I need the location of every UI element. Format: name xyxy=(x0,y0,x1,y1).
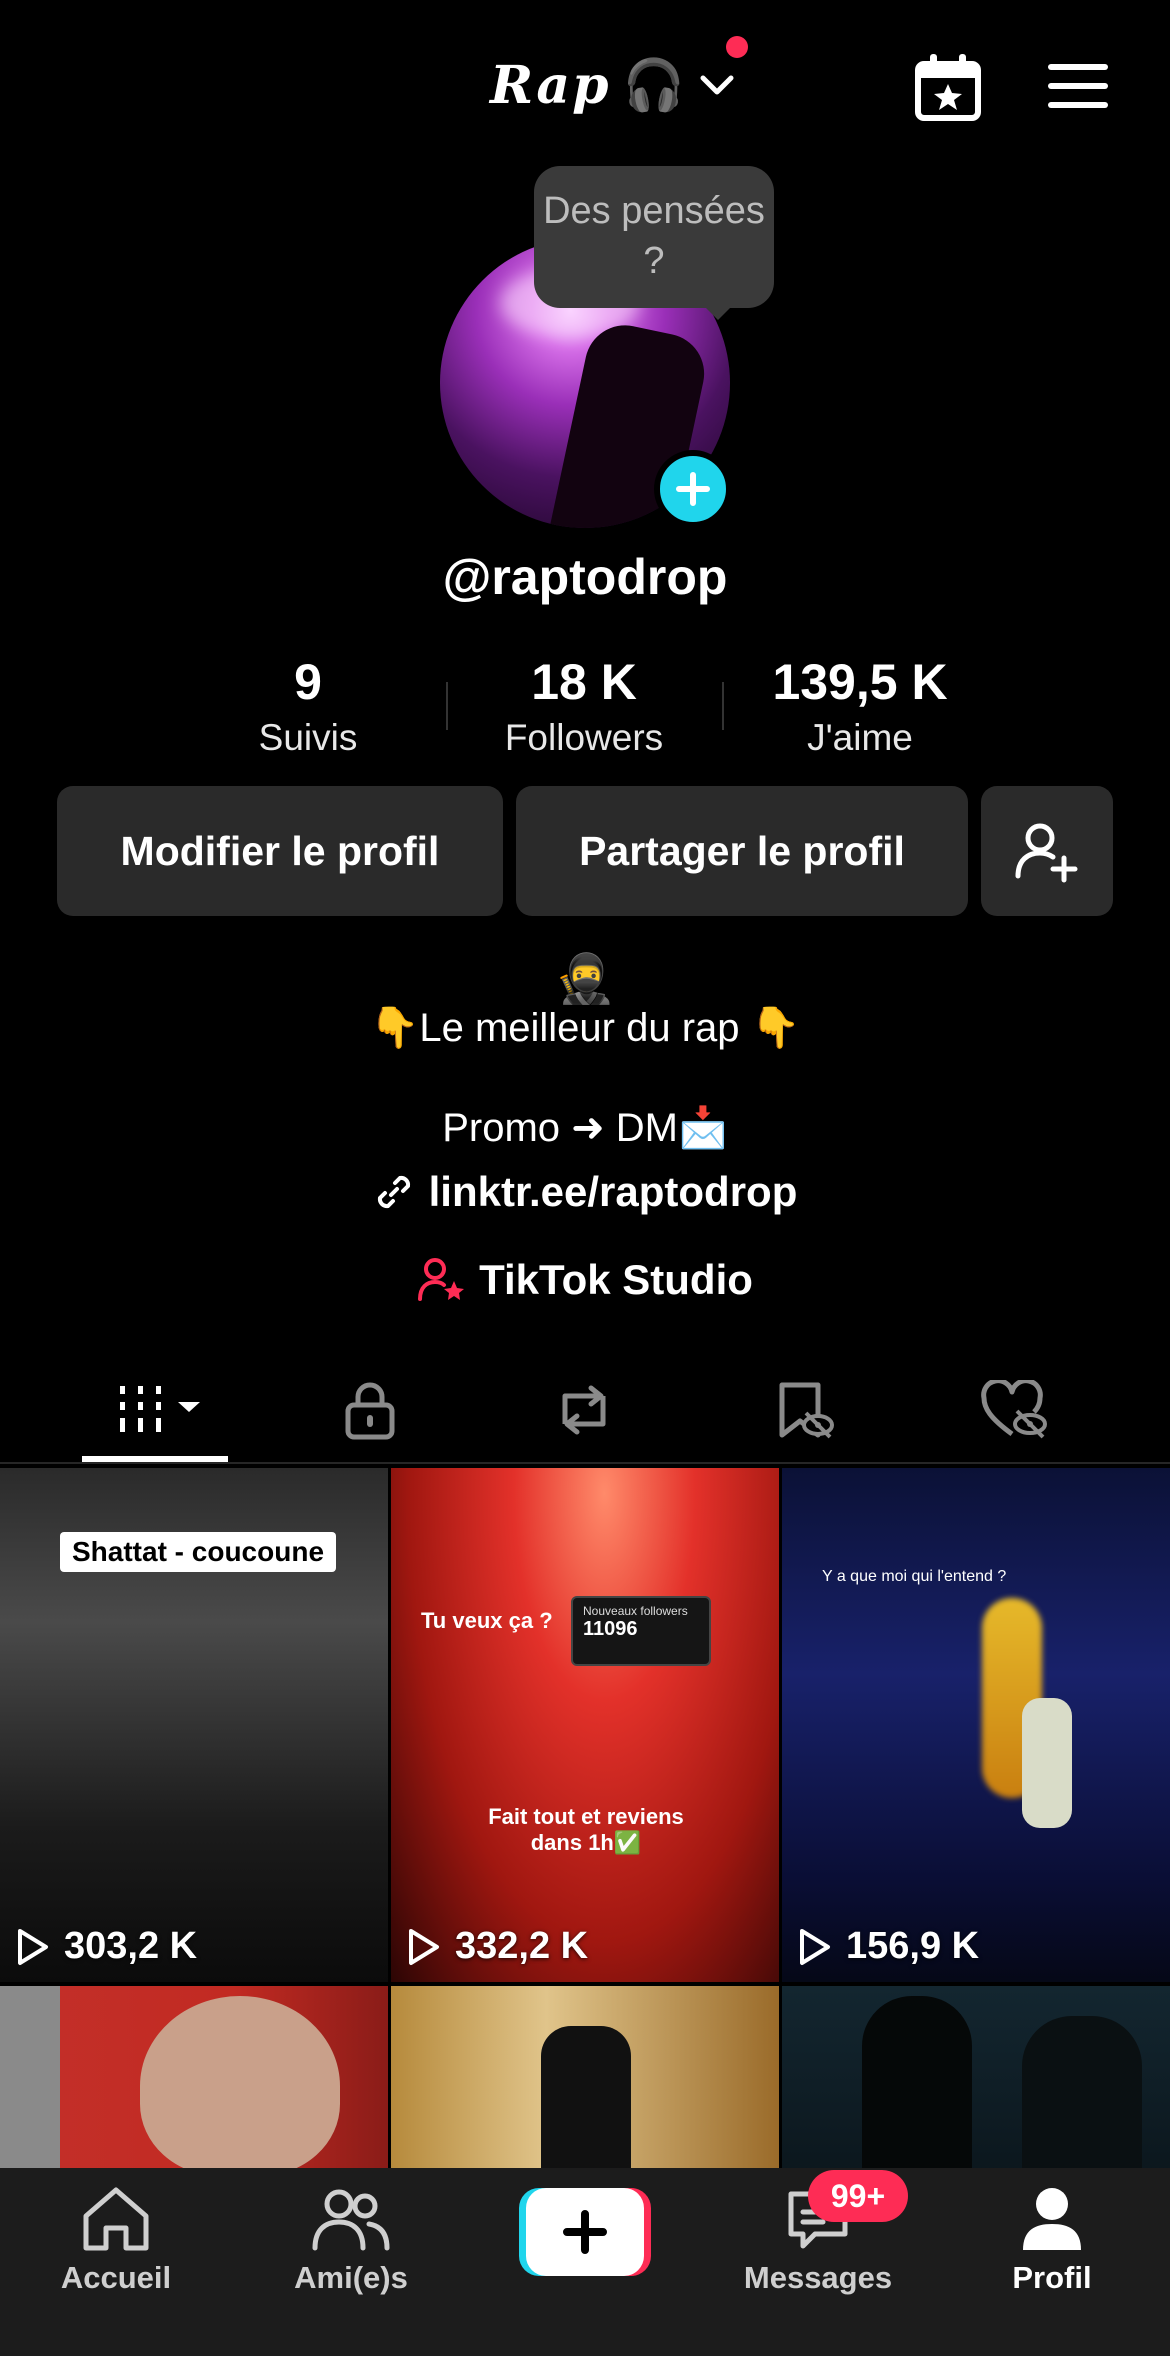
stat-following[interactable]: 9 Suivis xyxy=(178,652,438,764)
bio-link[interactable]: linktr.ee/raptodrop xyxy=(0,1168,1170,1216)
notification-dot xyxy=(726,36,748,58)
bio-emoji: 🥷 xyxy=(555,953,615,1006)
stat-label: Suivis xyxy=(258,717,358,758)
view-count: 303,2 K xyxy=(14,1925,197,1968)
username: @raptodrop xyxy=(442,549,728,605)
view-count: 156,9 K xyxy=(796,1925,979,1968)
nav-friends[interactable]: Ami(e)s xyxy=(251,2184,451,2314)
nav-home[interactable]: Accueil xyxy=(16,2184,216,2314)
bio-line-1: 👇Le meilleur du rap 👇 xyxy=(369,1006,801,1050)
tiktok-studio-link[interactable]: TikTok Studio xyxy=(0,1256,1170,1304)
masked-person xyxy=(1022,2016,1142,2168)
account-name: Rap xyxy=(490,54,611,116)
edit-profile-button[interactable]: Modifier le profil xyxy=(57,786,503,916)
link-icon xyxy=(377,1175,410,1209)
tab-reposts[interactable] xyxy=(524,1370,644,1450)
bottom-navigation: Accueil Ami(e)s Messages Profil xyxy=(0,2168,1170,2356)
profile-tabs xyxy=(0,1360,1170,1464)
person-silhouette xyxy=(541,2026,631,2168)
video-caption-bottom: Fait tout et reviens dans 1h✅ xyxy=(488,1804,684,1855)
messages-badge: 99+ xyxy=(808,2170,908,2222)
add-friends-button[interactable] xyxy=(981,786,1113,916)
notification-title: Nouveaux followers xyxy=(583,1604,688,1618)
nav-home-label: Accueil xyxy=(60,2260,172,2295)
bio-line-2: Promo ➜ DM📩 xyxy=(442,1106,728,1150)
friends-icon xyxy=(312,2189,390,2251)
profile-icon xyxy=(1023,2188,1081,2250)
video-tile[interactable] xyxy=(0,1986,388,2168)
tab-liked[interactable] xyxy=(955,1370,1075,1450)
video-tile[interactable]: Shattat - coucoune 303,2 K xyxy=(0,1468,388,1982)
account-switcher[interactable]: Rap 🎧 xyxy=(490,50,737,120)
create-button[interactable] xyxy=(519,2188,651,2276)
video-caption: Shattat - coucoune xyxy=(60,1532,337,1572)
add-story-button[interactable] xyxy=(654,450,732,528)
link-text: linktr.ee/raptodrop xyxy=(428,1168,798,1215)
video-tile[interactable] xyxy=(391,1986,779,2168)
stat-label: Followers xyxy=(504,717,664,758)
stat-likes[interactable]: 139,5 K J'aime xyxy=(730,652,990,764)
tooltip-arrow xyxy=(700,302,736,320)
share-profile-button[interactable]: Partager le profil xyxy=(516,786,968,916)
play-icon xyxy=(800,1928,830,1965)
play-icon xyxy=(409,1928,439,1965)
videos-grid-icon xyxy=(120,1386,200,1432)
nav-friends-label: Ami(e)s xyxy=(294,2260,408,2295)
view-count-text: 303,2 K xyxy=(64,1925,198,1967)
stat-label: J'aime xyxy=(807,717,913,758)
video-caption: Y a que moi qui l'entend ? xyxy=(822,1568,1007,1585)
calendar-star-icon[interactable] xyxy=(912,52,984,124)
hamburger-menu-icon[interactable] xyxy=(1046,60,1112,112)
repost-icon xyxy=(562,1385,606,1435)
stat-value: 18 K xyxy=(531,654,637,710)
top-bar: Rap 🎧 xyxy=(0,0,1170,170)
stat-divider xyxy=(446,682,448,730)
view-count-text: 156,9 K xyxy=(846,1925,980,1967)
nav-profile-label: Profil xyxy=(1012,2260,1092,2295)
bookmark-hidden-icon xyxy=(779,1382,834,1439)
tab-private[interactable] xyxy=(310,1370,430,1450)
stat-value: 139,5 K xyxy=(772,654,948,710)
studio-label: TikTok Studio xyxy=(479,1256,753,1303)
video-tile[interactable] xyxy=(782,1986,1170,2168)
add-user-icon xyxy=(1015,823,1078,883)
active-tab-indicator xyxy=(82,1456,228,1462)
masked-person xyxy=(862,1996,972,2168)
nav-messages-label: Messages xyxy=(743,2260,893,2295)
heart-hidden-icon xyxy=(981,1380,1047,1439)
microphone xyxy=(0,1986,60,2168)
tab-favorites[interactable] xyxy=(744,1370,864,1450)
thoughts-tooltip[interactable]: Des pensées ? xyxy=(534,166,774,308)
nav-profile[interactable]: Profil xyxy=(952,2184,1152,2314)
video-tile[interactable]: Tu veux ça ? Nouveaux followers 11096 Fa… xyxy=(391,1468,779,1982)
video-caption-top: Tu veux ça ? xyxy=(421,1608,553,1633)
video-grid: Shattat - coucoune 303,2 K Tu veux ça ? … xyxy=(0,1468,1170,2168)
chevron-down-icon xyxy=(700,75,734,95)
view-count-text: 332,2 K xyxy=(455,1925,589,1967)
performer xyxy=(1022,1698,1072,1828)
followers-notification-box: Nouveaux followers 11096 xyxy=(571,1596,711,1666)
video-tile[interactable]: Y a que moi qui l'entend ? 156,9 K xyxy=(782,1468,1170,1982)
play-icon xyxy=(18,1928,48,1965)
creator-star-icon xyxy=(418,1258,465,1301)
stat-followers[interactable]: 18 K Followers xyxy=(454,652,714,764)
lock-icon xyxy=(345,1382,395,1440)
headphones-emoji: 🎧 xyxy=(622,56,685,113)
tab-videos[interactable] xyxy=(95,1370,215,1450)
plus-icon xyxy=(676,472,710,506)
home-icon xyxy=(83,2187,149,2251)
view-count: 332,2 K xyxy=(405,1925,588,1968)
stat-value: 9 xyxy=(294,654,322,710)
notification-value: 11096 xyxy=(583,1618,638,1640)
person-face xyxy=(140,1996,340,2168)
stat-divider xyxy=(722,682,724,730)
